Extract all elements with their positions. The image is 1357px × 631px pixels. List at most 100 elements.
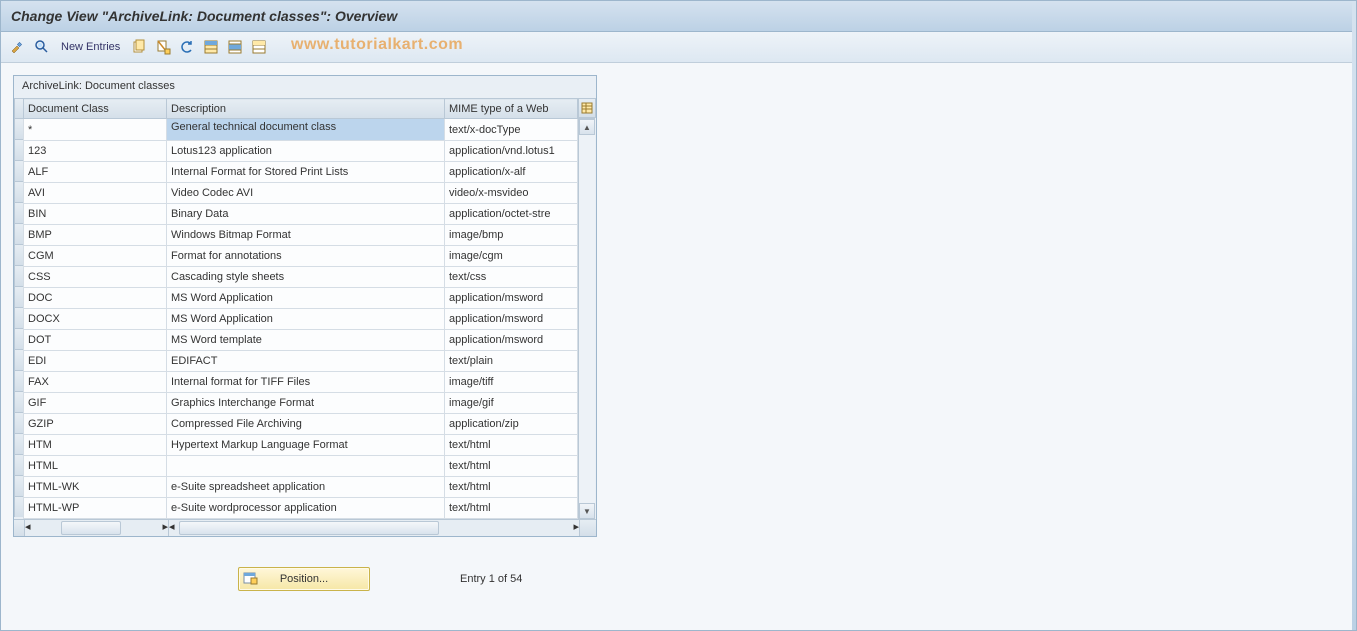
table-row[interactable]: 123Lotus123 applicationapplication/vnd.l… bbox=[24, 141, 578, 162]
delete-icon[interactable] bbox=[154, 38, 172, 56]
cell-mime[interactable]: text/css bbox=[445, 267, 578, 288]
cell-doc-class[interactable]: FAX bbox=[24, 372, 167, 393]
table-row[interactable]: HTML-WKe-Suite spreadsheet applicationte… bbox=[24, 477, 578, 498]
new-entries-button[interactable]: New Entries bbox=[57, 41, 124, 53]
cell-mime[interactable]: application/x-alf bbox=[445, 162, 578, 183]
table-row[interactable]: CSSCascading style sheetstext/css bbox=[24, 267, 578, 288]
cell-doc-class[interactable]: GIF bbox=[24, 393, 167, 414]
hscroll-main-track[interactable] bbox=[175, 520, 574, 536]
cell-description[interactable]: e-Suite wordprocessor application bbox=[167, 498, 445, 519]
cell-doc-class[interactable]: DOT bbox=[24, 330, 167, 351]
cell-doc-class[interactable]: CGM bbox=[24, 246, 167, 267]
table-row[interactable]: EDIEDIFACTtext/plain bbox=[24, 351, 578, 372]
scroll-up-icon[interactable]: ▲ bbox=[579, 119, 595, 135]
vertical-scrollbar[interactable]: ▲ ▼ bbox=[578, 118, 595, 519]
row-selector[interactable] bbox=[14, 202, 23, 223]
cell-mime[interactable]: application/zip bbox=[445, 414, 578, 435]
toggle-display-change-icon[interactable] bbox=[9, 38, 27, 56]
cell-doc-class[interactable]: CSS bbox=[24, 267, 167, 288]
cell-mime[interactable]: text/html bbox=[445, 435, 578, 456]
table-row[interactable]: CGMFormat for annotationsimage/cgm bbox=[24, 246, 578, 267]
row-selector[interactable] bbox=[14, 454, 23, 475]
hscroll-lead-track[interactable] bbox=[31, 520, 163, 536]
cell-mime[interactable]: image/tiff bbox=[445, 372, 578, 393]
column-header-mime[interactable]: MIME type of a Web bbox=[445, 99, 578, 119]
cell-description[interactable]: Video Codec AVI bbox=[167, 183, 445, 204]
table-row[interactable]: DOTMS Word templateapplication/msword bbox=[24, 330, 578, 351]
row-selector[interactable] bbox=[14, 286, 23, 307]
cell-mime[interactable]: application/msword bbox=[445, 330, 578, 351]
cell-doc-class[interactable]: DOC bbox=[24, 288, 167, 309]
cell-description[interactable]: Binary Data bbox=[167, 204, 445, 225]
select-block-icon[interactable] bbox=[226, 38, 244, 56]
row-selector[interactable] bbox=[14, 265, 23, 286]
cell-mime[interactable]: text/html bbox=[445, 498, 578, 519]
cell-description[interactable]: Graphics Interchange Format bbox=[167, 393, 445, 414]
cell-description[interactable]: MS Word Application bbox=[167, 309, 445, 330]
table-row[interactable]: DOCXMS Word Applicationapplication/mswor… bbox=[24, 309, 578, 330]
deselect-all-icon[interactable] bbox=[250, 38, 268, 56]
hscroll-main-thumb[interactable] bbox=[179, 521, 439, 535]
row-selector[interactable] bbox=[14, 181, 23, 202]
cell-description[interactable]: Internal Format for Stored Print Lists bbox=[167, 162, 445, 183]
row-selector[interactable] bbox=[14, 433, 23, 454]
row-selector[interactable] bbox=[14, 328, 23, 349]
select-all-icon[interactable] bbox=[202, 38, 220, 56]
copy-as-icon[interactable] bbox=[130, 38, 148, 56]
cell-doc-class[interactable]: HTML bbox=[24, 456, 167, 477]
cell-description[interactable]: Windows Bitmap Format bbox=[167, 225, 445, 246]
cell-description[interactable]: MS Word Application bbox=[167, 288, 445, 309]
find-icon[interactable] bbox=[33, 38, 51, 56]
cell-doc-class[interactable]: BIN bbox=[24, 204, 167, 225]
row-selector-header[interactable] bbox=[14, 98, 23, 118]
scroll-right-icon-1[interactable]: ▸ bbox=[162, 520, 168, 536]
row-selector[interactable] bbox=[14, 118, 23, 139]
cell-mime[interactable]: text/x-docType bbox=[445, 119, 578, 141]
row-selector[interactable] bbox=[14, 223, 23, 244]
column-header-description[interactable]: Description bbox=[167, 99, 445, 119]
table-row[interactable]: HTMHypertext Markup Language Formattext/… bbox=[24, 435, 578, 456]
cell-doc-class[interactable]: DOCX bbox=[24, 309, 167, 330]
row-selector[interactable] bbox=[14, 139, 23, 160]
row-selector[interactable] bbox=[14, 160, 23, 181]
table-settings-icon[interactable] bbox=[578, 98, 596, 118]
cell-doc-class[interactable]: BMP bbox=[24, 225, 167, 246]
cell-description[interactable]: Format for annotations bbox=[167, 246, 445, 267]
table-row[interactable]: *General technical document classtext/x-… bbox=[24, 119, 578, 141]
scroll-track[interactable] bbox=[579, 135, 595, 503]
cell-description[interactable]: EDIFACT bbox=[167, 351, 445, 372]
cell-doc-class[interactable]: HTML-WK bbox=[24, 477, 167, 498]
hscroll-lead[interactable]: ◂ ▸ bbox=[25, 520, 169, 536]
cell-description[interactable]: General technical document class bbox=[167, 119, 445, 141]
cell-mime[interactable]: application/octet-stre bbox=[445, 204, 578, 225]
cell-doc-class[interactable]: 123 bbox=[24, 141, 167, 162]
cell-doc-class[interactable]: HTM bbox=[24, 435, 167, 456]
row-selector[interactable] bbox=[14, 370, 23, 391]
cell-doc-class[interactable]: EDI bbox=[24, 351, 167, 372]
table-row[interactable]: HTML-WPe-Suite wordprocessor application… bbox=[24, 498, 578, 519]
cell-mime[interactable]: application/vnd.lotus1 bbox=[445, 141, 578, 162]
row-selector[interactable] bbox=[14, 475, 23, 496]
cell-mime[interactable]: application/msword bbox=[445, 288, 578, 309]
table-row[interactable]: GIFGraphics Interchange Formatimage/gif bbox=[24, 393, 578, 414]
cell-mime[interactable]: application/msword bbox=[445, 309, 578, 330]
cell-mime[interactable]: text/html bbox=[445, 456, 578, 477]
table-row[interactable]: BINBinary Dataapplication/octet-stre bbox=[24, 204, 578, 225]
table-row[interactable]: GZIPCompressed File Archivingapplication… bbox=[24, 414, 578, 435]
table-row[interactable]: FAXInternal format for TIFF Filesimage/t… bbox=[24, 372, 578, 393]
scroll-down-icon[interactable]: ▼ bbox=[579, 503, 595, 519]
table-row[interactable]: HTML text/html bbox=[24, 456, 578, 477]
cell-doc-class[interactable]: HTML-WP bbox=[24, 498, 167, 519]
cell-mime[interactable]: text/plain bbox=[445, 351, 578, 372]
undo-change-icon[interactable] bbox=[178, 38, 196, 56]
cell-description[interactable]: Compressed File Archiving bbox=[167, 414, 445, 435]
cell-description[interactable]: Lotus123 application bbox=[167, 141, 445, 162]
cell-description[interactable]: Internal format for TIFF Files bbox=[167, 372, 445, 393]
table-row[interactable]: AVIVideo Codec AVIvideo/x-msvideo bbox=[24, 183, 578, 204]
row-selector[interactable] bbox=[14, 391, 23, 412]
position-button[interactable]: Position... bbox=[238, 567, 370, 591]
row-selector[interactable] bbox=[14, 412, 23, 433]
row-selector[interactable] bbox=[14, 496, 23, 517]
cell-doc-class[interactable]: AVI bbox=[24, 183, 167, 204]
cell-doc-class[interactable]: ALF bbox=[24, 162, 167, 183]
